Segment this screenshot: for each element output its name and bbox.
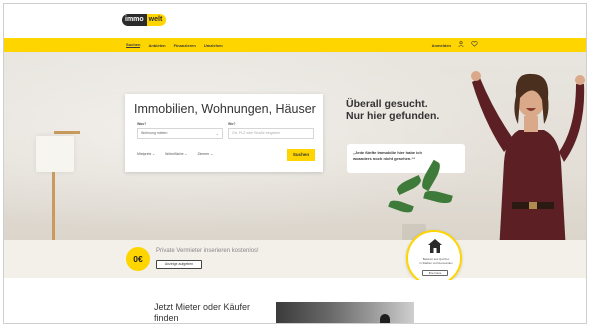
private-landlord-text: Private Vermieter inserieren kostenlos! <box>156 248 259 254</box>
lower-heading-line-2: finden <box>154 313 179 323</box>
lower-heading-line-1: Jetzt Mieter oder Käufer <box>154 302 251 312</box>
browser-frame: immo welt Suchen Anbieten Finanzieren Um… <box>3 3 587 324</box>
property-type-select[interactable]: Wohnung mieten ⌄ <box>137 128 223 139</box>
woman-illustration <box>471 71 585 252</box>
filter-mietpreis[interactable]: Mietpreis ⌄ <box>137 152 155 156</box>
search-card: Immobilien, Wohnungen, Häuser Was? Wo? W… <box>125 94 323 172</box>
headline-line-1: Überall gesucht. <box>346 98 428 110</box>
search-title: Immobilien, Wohnungen, Häuser <box>134 102 316 116</box>
was-label: Was? <box>137 122 147 126</box>
login-link[interactable]: Anmelden <box>432 43 451 48</box>
lower-section: Jetzt Mieter oder Käufer finden <box>4 280 586 323</box>
nav-link-finanzieren[interactable]: Finanzieren <box>174 43 196 48</box>
hero-headline: Überall gesucht. Nur hier gefunden. <box>346 98 439 122</box>
filter-zimmer[interactable]: Zimmer ⌄ <box>197 152 213 156</box>
heart-icon[interactable] <box>471 41 478 49</box>
lamp-arm <box>54 131 80 134</box>
private-landlord-band <box>4 240 586 278</box>
logo-part-immo: immo <box>122 14 147 26</box>
promo-badge: Bekannt aus Quizzen in Städten und Gemei… <box>406 230 462 286</box>
place-ad-button[interactable]: Anzeige aufgeben <box>156 260 202 269</box>
teaser-person <box>380 314 390 323</box>
zero-euro-badge: 0€ <box>126 247 150 271</box>
filter-wohnflaeche[interactable]: Wohnfläche ⌄ <box>165 152 187 156</box>
lower-heading: Jetzt Mieter oder Käufer finden <box>154 302 251 323</box>
location-input[interactable]: Ort, PLZ oder Straße eingeben <box>228 128 314 139</box>
nav-link-anbieten[interactable]: Anbieten <box>148 43 165 48</box>
filter-mietpreis-label: Mietpreis <box>137 152 152 156</box>
promo-badge-button[interactable]: Ihre Immo <box>422 270 448 276</box>
lower-teaser-photo <box>276 302 414 323</box>
search-filters: Mietpreis ⌄ Wohnfläche ⌄ Zimmer ⌄ <box>137 152 213 156</box>
hero-section: Immobilien, Wohnungen, Häuser Was? Wo? W… <box>4 52 586 252</box>
wo-label: Wo? <box>228 122 236 126</box>
search-button[interactable]: Suchen <box>287 149 315 161</box>
nav-link-suchen[interactable]: Suchen <box>126 42 141 48</box>
quote-line-2: woanders noch nicht gesehen.“* <box>353 155 416 161</box>
promo-badge-text: Bekannt aus Quizzen in Städten und Gemei… <box>414 257 458 265</box>
nav-link-umziehen[interactable]: Umziehen <box>204 43 223 48</box>
lamp-shade <box>36 136 74 172</box>
filter-wohnflaeche-label: Wohnfläche <box>165 152 184 156</box>
brand-logo[interactable]: immo welt <box>122 14 167 26</box>
promo-badge-line-2: in Städten und Gemeinden <box>419 260 453 265</box>
headline-line-2: Nur hier gefunden. <box>346 110 440 122</box>
user-icon[interactable] <box>458 41 464 49</box>
chevron-down-icon: ⌄ <box>215 131 219 136</box>
location-placeholder: Ort, PLZ oder Straße eingeben <box>232 131 281 135</box>
filter-zimmer-label: Zimmer <box>197 152 210 156</box>
house-icon <box>428 239 442 253</box>
logo-part-welt: welt <box>146 14 167 26</box>
testimonial-quote: „Jede fünfte Immobilie hier habe ich woa… <box>347 144 465 173</box>
property-type-value: Wohnung mieten <box>141 131 168 135</box>
top-bar: immo welt <box>4 4 586 38</box>
main-navigation: Suchen Anbieten Finanzieren Umziehen Anm… <box>4 38 586 52</box>
